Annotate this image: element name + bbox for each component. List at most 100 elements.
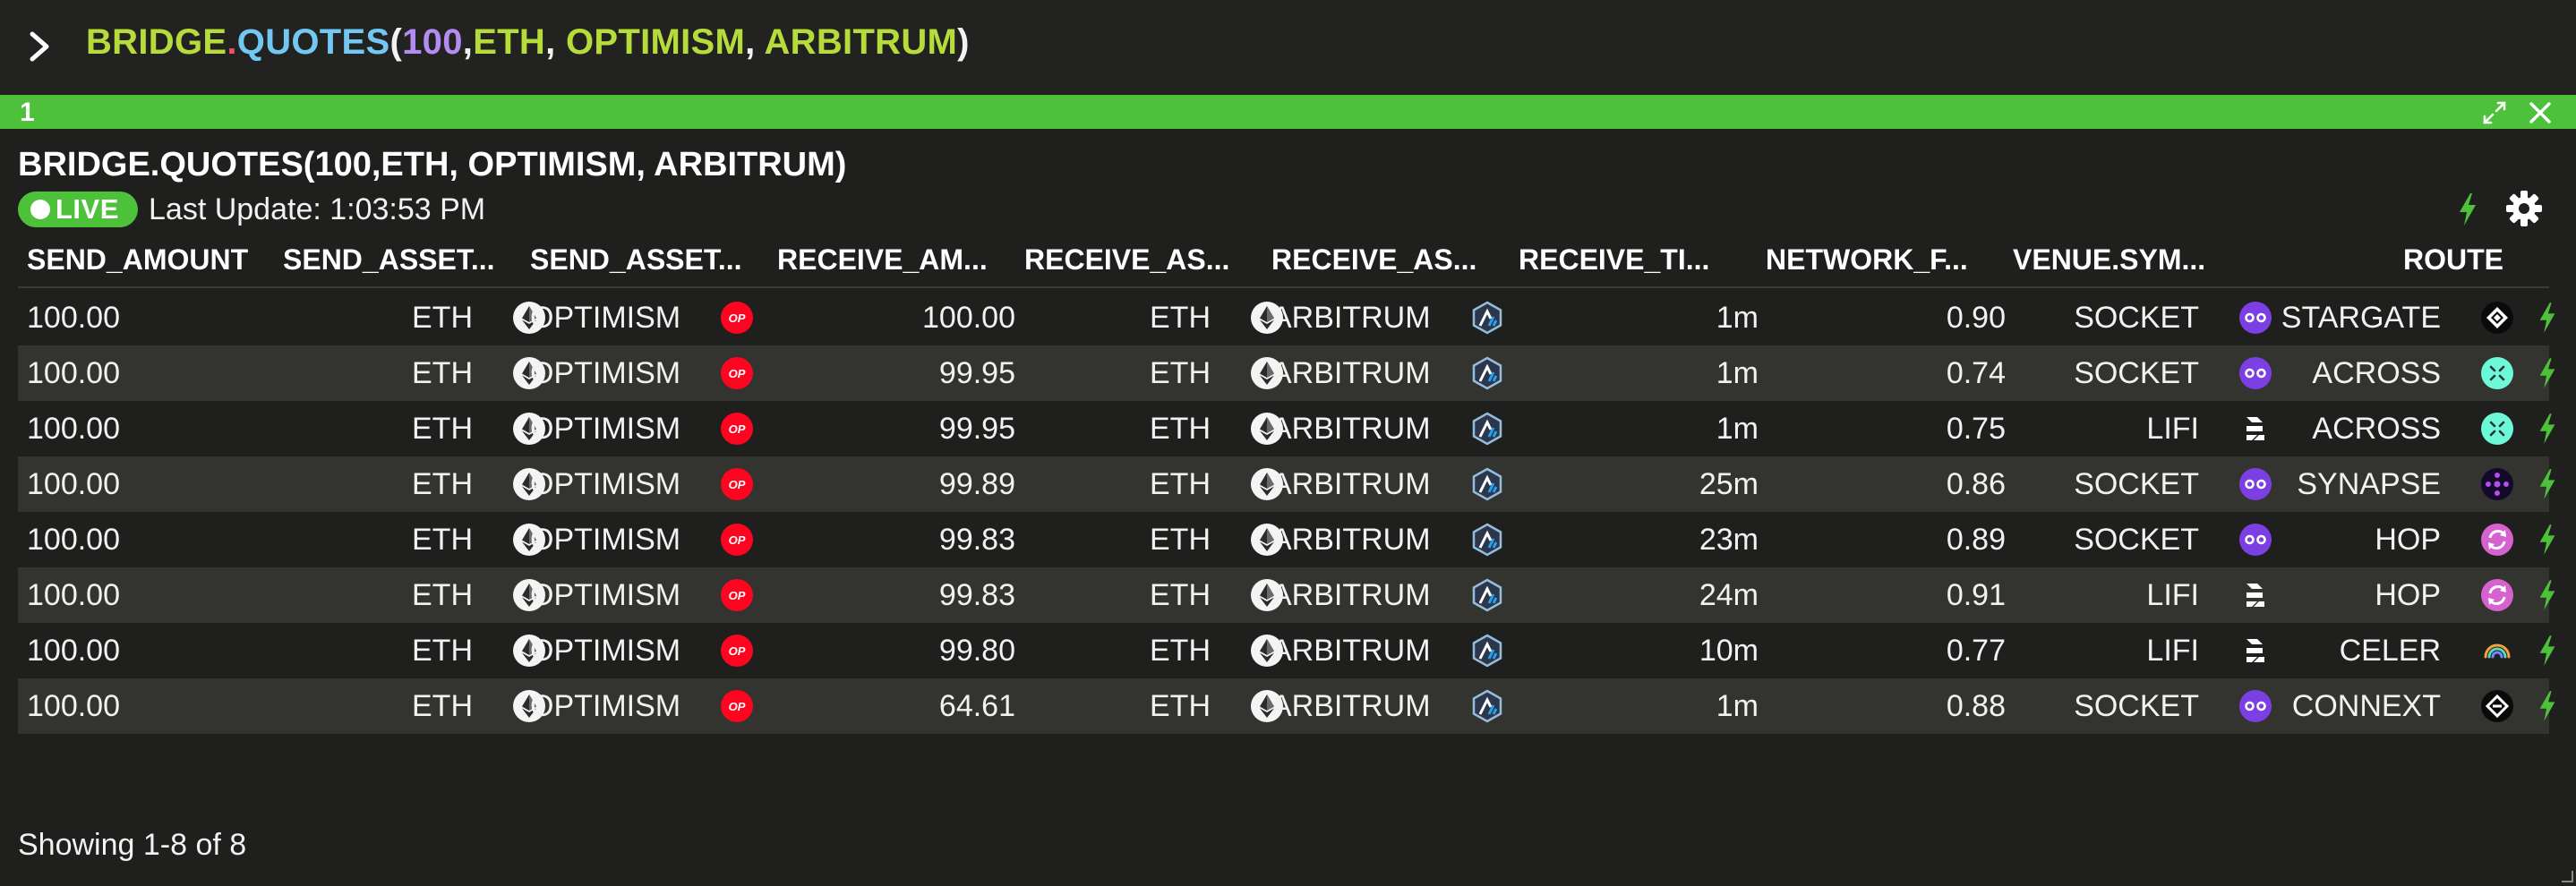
send-amount-value: 100.00 xyxy=(27,633,120,668)
route-value: HOP xyxy=(2375,522,2441,557)
resize-handle-icon[interactable] xyxy=(2561,870,2573,882)
table-row[interactable]: 100.00 ETH OPTIMISM OP 99.83 ETH ARBITRUM 23m 0.… xyxy=(18,512,2555,567)
arbitrum-icon xyxy=(1451,301,1502,335)
cell-receive-time: 1m xyxy=(1519,290,1759,345)
cell-receive-asset: ETH xyxy=(1024,567,1283,623)
column-header-send-asset[interactable]: SEND_ASSET... xyxy=(283,243,518,281)
column-header-send-amount[interactable]: SEND_AMOUNT xyxy=(27,243,270,281)
venue-value: SOCKET xyxy=(2074,355,2199,390)
arbitrum-icon xyxy=(1451,412,1502,446)
receive-amount-value: 99.83 xyxy=(938,522,1015,557)
eth-icon xyxy=(492,412,545,446)
column-header-receive-amount[interactable]: RECEIVE_AM... xyxy=(777,243,1012,281)
quotes-table: SEND_AMOUNT SEND_ASSET... SEND_ASSET... … xyxy=(18,240,2555,734)
route-value: ACROSS xyxy=(2312,355,2441,390)
send-amount-value: 100.00 xyxy=(27,300,120,335)
cell-receive-asset: ETH xyxy=(1024,456,1283,512)
cell-send-amount: 100.00 xyxy=(27,623,134,678)
send-asset-value: ETH xyxy=(412,466,473,501)
receive-amount-value: 99.95 xyxy=(938,355,1015,390)
close-icon[interactable] xyxy=(2527,99,2554,126)
lightning-icon[interactable] xyxy=(2516,623,2555,678)
svg-text:OP: OP xyxy=(729,700,746,713)
cell-receive-asset: ETH xyxy=(1024,512,1283,567)
route-value: CONNEXT xyxy=(2291,688,2441,723)
command-open-paren: ( xyxy=(389,22,403,62)
table-row[interactable]: 100.00 ETH OPTIMISM OP 99.89 ETH ARBITRUM 25m 0.… xyxy=(18,456,2555,512)
command-source-chain: OPTIMISM xyxy=(565,22,746,62)
venue-value: SOCKET xyxy=(2074,522,2199,557)
column-header-receive-time[interactable]: RECEIVE_TI... xyxy=(1519,243,1753,281)
cell-receive-asset: ETH xyxy=(1024,678,1283,734)
arbitrum-icon xyxy=(1451,523,1502,557)
table-row[interactable]: 100.00 ETH OPTIMISM OP 64.61 ETH ARBITRUM 1m 0.8… xyxy=(18,678,2555,734)
cell-receive-asset: ETH xyxy=(1024,623,1283,678)
table-row[interactable]: 100.00 ETH OPTIMISM OP 99.95 ETH ARBITRUM 1m 0.7… xyxy=(18,401,2555,456)
gear-icon[interactable] xyxy=(2505,190,2543,227)
column-header-receive-asset[interactable]: RECEIVE_AS... xyxy=(1024,243,1259,281)
cell-venue: SOCKET xyxy=(2013,678,2272,734)
lightning-icon[interactable] xyxy=(2516,290,2555,345)
receive-asset-value: ETH xyxy=(1150,633,1211,668)
lifi-icon xyxy=(2219,412,2264,446)
receive-chain-value: ARBITRUM xyxy=(1271,522,1431,557)
receive-time-value: 10m xyxy=(1699,633,1759,668)
cell-send-amount: 100.00 xyxy=(27,678,134,734)
cell-venue: LIFI xyxy=(2013,623,2264,678)
table-row[interactable]: 100.00 ETH OPTIMISM OP 99.80 ETH ARBITRUM 10m 0.… xyxy=(18,623,2555,678)
connext-icon xyxy=(2460,689,2513,723)
table-row[interactable]: 100.00 ETH OPTIMISM OP 100.00 ETH ARBITRUM 1m 0.… xyxy=(18,290,2555,345)
cell-receive-chain: ARBITRUM xyxy=(1271,678,1515,734)
eth-icon xyxy=(492,523,545,557)
receive-time-value: 1m xyxy=(1716,411,1759,446)
pagination-status: Showing 1-8 of 8 xyxy=(18,828,247,862)
svg-text:OP: OP xyxy=(729,367,746,380)
command-comma: , xyxy=(545,22,566,62)
eth-icon xyxy=(1230,301,1283,335)
cell-receive-time: 1m xyxy=(1519,678,1759,734)
lightning-icon[interactable] xyxy=(2516,567,2555,623)
svg-text:OP: OP xyxy=(729,533,746,547)
panel-header[interactable]: 1 xyxy=(0,95,2576,129)
expand-icon[interactable] xyxy=(2482,100,2507,125)
table-row[interactable]: 100.00 ETH OPTIMISM OP 99.95 ETH ARBITRUM 1m 0.7… xyxy=(18,345,2555,401)
send-asset-value: ETH xyxy=(412,355,473,390)
receive-asset-value: ETH xyxy=(1150,577,1211,612)
cell-send-amount: 100.00 xyxy=(27,290,134,345)
receive-time-value: 1m xyxy=(1716,300,1759,335)
route-value: STARGATE xyxy=(2281,300,2441,335)
optimism-icon: OP xyxy=(700,301,754,335)
column-header-route[interactable]: ROUTE xyxy=(2378,243,2503,281)
cell-receive-time: 1m xyxy=(1519,345,1759,401)
eth-icon xyxy=(492,689,545,723)
command-comma: , xyxy=(745,22,765,62)
column-header-receive-asset-chain[interactable]: RECEIVE_AS... xyxy=(1271,243,1506,281)
lightning-icon[interactable] xyxy=(2516,678,2555,734)
receive-chain-value: ARBITRUM xyxy=(1271,466,1431,501)
receive-amount-value: 64.61 xyxy=(938,688,1015,723)
table-row[interactable]: 100.00 ETH OPTIMISM OP 99.83 ETH ARBITRUM 24m 0.… xyxy=(18,567,2555,623)
cell-receive-chain: ARBITRUM xyxy=(1271,345,1515,401)
column-header-send-asset-chain[interactable]: SEND_ASSET... xyxy=(530,243,765,281)
lightning-icon[interactable] xyxy=(2516,345,2555,401)
receive-asset-value: ETH xyxy=(1150,688,1211,723)
command-bar[interactable]: BRIDGE.QUOTES(100,ETH, OPTIMISM, ARBITRU… xyxy=(0,0,2576,93)
column-header-network-fee[interactable]: NETWORK_F... xyxy=(1766,243,2000,281)
send-chain-value: OPTIMISM xyxy=(530,300,681,335)
command-input[interactable]: BRIDGE.QUOTES(100,ETH, OPTIMISM, ARBITRU… xyxy=(86,22,970,63)
column-header-venue-symbol[interactable]: VENUE.SYM... xyxy=(2013,243,2247,281)
cell-venue: LIFI xyxy=(2013,401,2264,456)
live-dot-icon xyxy=(30,200,50,219)
receive-chain-value: ARBITRUM xyxy=(1271,300,1431,335)
lightning-icon[interactable] xyxy=(2516,401,2555,456)
lightning-icon[interactable] xyxy=(2516,512,2555,567)
lightning-icon[interactable] xyxy=(2516,456,2555,512)
cell-venue: SOCKET xyxy=(2013,456,2272,512)
lightning-icon[interactable] xyxy=(2455,192,2480,227)
send-amount-value: 100.00 xyxy=(27,411,120,446)
venue-value: LIFI xyxy=(2146,577,2199,612)
network-fee-value: 0.77 xyxy=(1946,633,2006,668)
cell-receive-amount: 99.89 xyxy=(777,456,1015,512)
eth-icon xyxy=(492,356,545,390)
send-chain-value: OPTIMISM xyxy=(530,633,681,668)
